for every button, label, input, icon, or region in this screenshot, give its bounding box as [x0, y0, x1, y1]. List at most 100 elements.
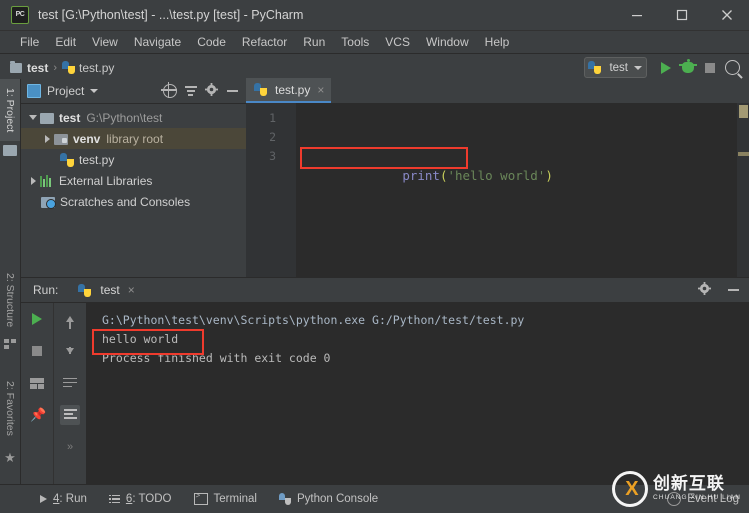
collapse-all-icon: [185, 85, 197, 97]
search-everywhere-button[interactable]: [721, 57, 743, 79]
window-title: test [G:\Python\test] - ...\test.py [tes…: [38, 8, 303, 22]
tree-node-external-libraries[interactable]: External Libraries: [21, 170, 246, 191]
menu-view[interactable]: View: [84, 33, 126, 51]
folder-icon: [10, 63, 22, 73]
soft-wrap-button[interactable]: [60, 373, 80, 393]
structure-icon: [3, 337, 17, 351]
menu-help[interactable]: Help: [477, 33, 518, 51]
menu-file[interactable]: File: [12, 33, 47, 51]
minimize-icon: [728, 289, 739, 291]
project-view-icon: [27, 84, 41, 98]
breadcrumb-project[interactable]: test: [10, 61, 48, 75]
debug-button[interactable]: [677, 57, 699, 79]
tree-node-scratches[interactable]: Scratches and Consoles: [21, 191, 246, 212]
breadcrumb-file[interactable]: test.py: [62, 61, 114, 75]
run-button[interactable]: [655, 57, 677, 79]
close-icon[interactable]: ×: [317, 84, 324, 96]
tree-node-testpy-label: test.py: [79, 153, 114, 167]
previous-occurrence-button[interactable]: [60, 309, 80, 329]
output-highlight-box: [92, 329, 204, 355]
run-actions-toolbar: 📌: [21, 303, 53, 485]
menu-file-label: File: [20, 35, 39, 49]
scroll-from-source-button[interactable]: [160, 82, 179, 101]
error-stripe-gutter[interactable]: [737, 103, 749, 277]
close-icon[interactable]: ×: [128, 284, 135, 296]
status-python-console-button[interactable]: Python Console: [279, 493, 378, 505]
status-run-button[interactable]: 4: Run: [40, 493, 87, 505]
run-icon: [32, 313, 42, 325]
collapse-all-button[interactable]: [181, 82, 200, 101]
run-panel-header: Run: test ×: [21, 278, 749, 303]
more-actions-button[interactable]: »: [60, 437, 80, 457]
status-python-console-label: Python Console: [297, 493, 378, 505]
stop-button[interactable]: [699, 57, 721, 79]
menu-window[interactable]: Window: [418, 33, 477, 51]
menu-refactor[interactable]: Refactor: [234, 33, 295, 51]
minimize-button[interactable]: [614, 0, 659, 30]
chevron-down-icon: [634, 66, 642, 70]
code-content[interactable]: print('hello world'): [296, 103, 737, 277]
tree-node-venv[interactable]: venv library root: [21, 128, 246, 149]
run-tool-window: Run: test ×: [21, 277, 749, 485]
run-panel-actions: [695, 278, 743, 302]
stop-icon: [32, 346, 42, 356]
stripe-marker: [738, 152, 749, 156]
rerun-button[interactable]: [27, 309, 47, 329]
soft-wrap-icon: [63, 378, 77, 389]
run-tab-test[interactable]: test ×: [72, 279, 140, 301]
menu-navigate[interactable]: Navigate: [126, 33, 189, 51]
menu-tools[interactable]: Tools: [333, 33, 377, 51]
run-configuration-selector[interactable]: test: [584, 57, 647, 78]
status-event-log-button[interactable]: Event Log: [667, 492, 739, 506]
chevron-down-icon[interactable]: [90, 89, 98, 93]
minimize-icon: [227, 90, 238, 92]
status-todo-button[interactable]: 6: TODO: [109, 493, 172, 505]
fold-gutter[interactable]: [284, 103, 296, 277]
main-area: 1: Project 2: Structure 2: Favorites ★ P…: [0, 79, 749, 485]
rail-item-structure[interactable]: 2: Structure: [0, 265, 20, 335]
pin-tab-button[interactable]: 📌: [27, 405, 47, 425]
console-output[interactable]: G:\Python\test\venv\Scripts\python.exe G…: [86, 303, 749, 485]
tree-node-testpy[interactable]: test.py: [21, 149, 246, 170]
hide-panel-button[interactable]: [223, 82, 242, 101]
close-button[interactable]: [704, 0, 749, 30]
arrow-down-icon: [66, 348, 74, 354]
menu-bar: File Edit View Navigate Code Refactor Ru…: [0, 31, 749, 54]
navigation-bar: test › test.py test: [0, 54, 749, 82]
menu-code[interactable]: Code: [189, 33, 234, 51]
title-bar: PC test [G:\Python\test] - ...\test.py […: [0, 0, 749, 31]
menu-vcs[interactable]: VCS: [377, 33, 418, 51]
layout-settings-button[interactable]: [27, 373, 47, 393]
hide-run-panel-button[interactable]: [724, 281, 743, 300]
stripe-marker: [739, 105, 748, 118]
project-panel-actions: [160, 79, 242, 103]
tree-node-external-libraries-label: External Libraries: [59, 174, 152, 188]
stop-process-button[interactable]: [27, 341, 47, 361]
rail-favorites-label: 2: Favorites: [4, 381, 16, 436]
menu-navigate-label: Navigate: [134, 35, 181, 49]
tree-node-test[interactable]: test G:\Python\test: [21, 107, 246, 128]
next-occurrence-button[interactable]: [60, 341, 80, 361]
python-file-icon: [78, 284, 91, 297]
status-terminal-button[interactable]: Terminal: [194, 493, 257, 505]
pycharm-window: PC test [G:\Python\test] - ...\test.py […: [0, 0, 749, 513]
menu-run[interactable]: Run: [295, 33, 333, 51]
expand-arrow-right-icon[interactable]: [41, 135, 53, 143]
run-settings-button[interactable]: [695, 281, 714, 300]
rail-item-favorites[interactable]: 2: Favorites: [0, 369, 20, 447]
editor-tab-testpy[interactable]: test.py ×: [246, 78, 331, 103]
menu-edit[interactable]: Edit: [47, 33, 84, 51]
project-settings-button[interactable]: [202, 82, 221, 101]
expand-arrow-right-icon[interactable]: [27, 177, 39, 185]
code-keyword-print: print: [402, 168, 440, 183]
expand-arrow-down-icon[interactable]: [27, 115, 39, 120]
status-run-label: : Run: [59, 493, 87, 505]
console-actions-toolbar: »: [53, 303, 86, 485]
star-icon: ★: [3, 451, 17, 465]
project-tool-window: Project: [21, 79, 246, 277]
rail-project-label: 1: Project: [4, 88, 16, 132]
scroll-to-end-button[interactable]: [60, 405, 80, 425]
run-icon: [40, 495, 47, 503]
maximize-button[interactable]: [659, 0, 704, 30]
rail-item-project[interactable]: 1: Project: [0, 79, 20, 141]
